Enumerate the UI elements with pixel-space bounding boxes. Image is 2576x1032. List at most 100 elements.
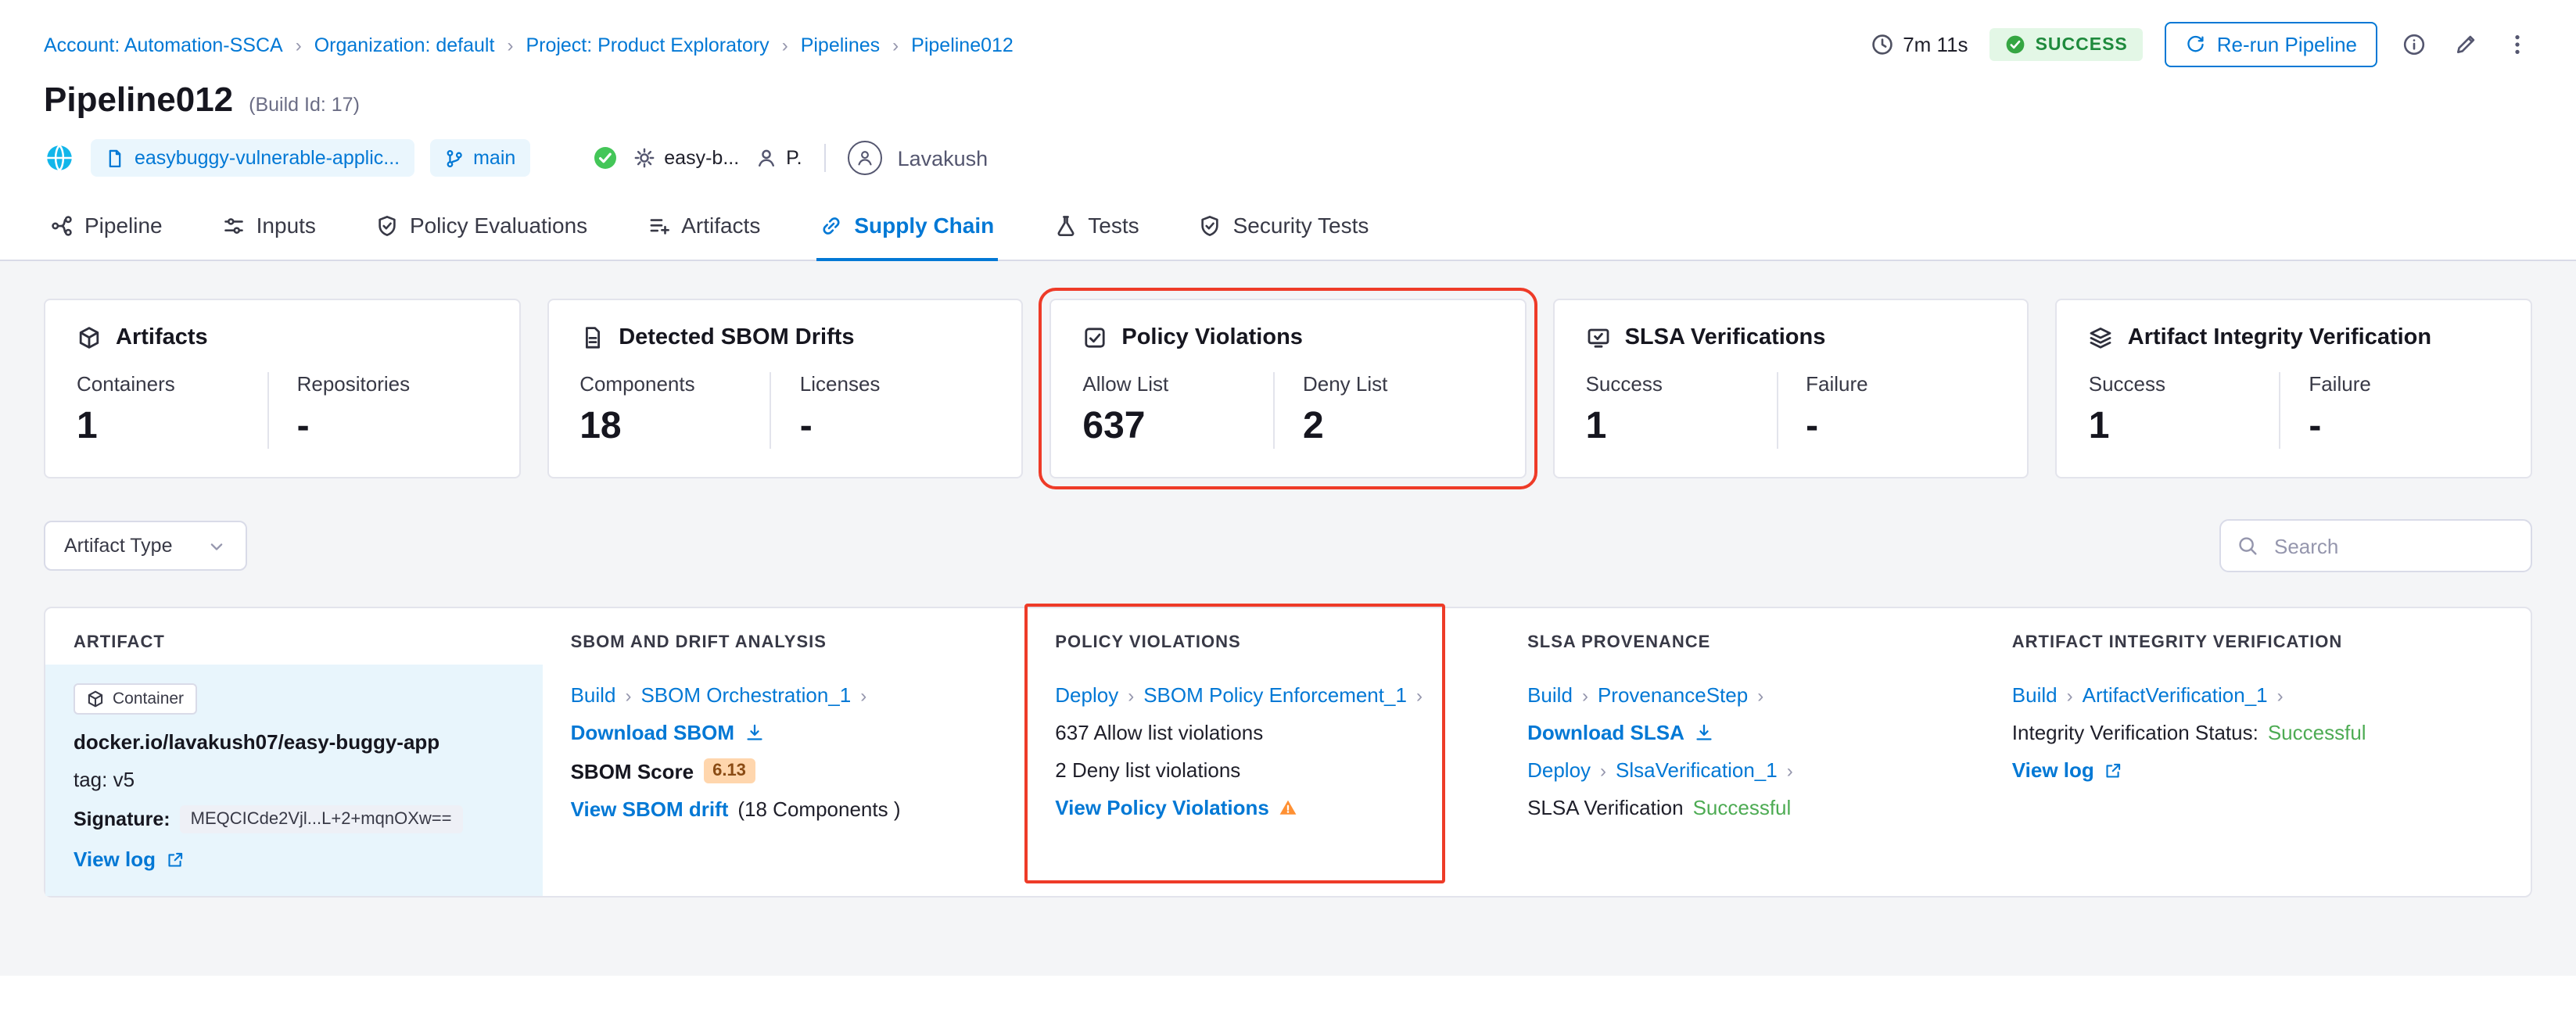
card-title: Detected SBOM Drifts xyxy=(619,325,854,350)
metric: Success 1 xyxy=(2089,372,2280,449)
tab-label: Policy Evaluations xyxy=(410,213,587,238)
separator: › xyxy=(860,684,866,706)
slsa-build-stage-link[interactable]: Build xyxy=(1527,683,1573,707)
sbom-score-badge: 6.13 xyxy=(703,758,755,783)
metric: Failure - xyxy=(1776,372,1997,449)
breadcrumb-separator: › xyxy=(296,34,302,56)
tab-policy-evaluations[interactable]: Policy Evaluations xyxy=(372,199,590,261)
download-sbom-link[interactable]: Download SBOM xyxy=(571,721,734,744)
tab-inputs[interactable]: Inputs xyxy=(219,199,319,261)
metric-value: 1 xyxy=(1586,405,1777,449)
status-text: SUCCESS xyxy=(2036,35,2128,54)
breadcrumb-separator: › xyxy=(507,34,513,56)
view-log-link[interactable]: View log xyxy=(74,847,156,871)
download-icon xyxy=(744,722,764,743)
tab-supply-chain[interactable]: Supply Chain xyxy=(816,199,997,261)
sbom-stage-link[interactable]: Build xyxy=(571,683,616,707)
artifact-type-select[interactable]: Artifact Type xyxy=(44,521,248,571)
breadcrumb-pipelines[interactable]: Pipelines xyxy=(801,34,880,56)
tasklist-check-icon xyxy=(1082,325,1107,350)
metric-label: Repositories xyxy=(297,372,488,396)
provenance-step-link[interactable]: ProvenanceStep xyxy=(1598,683,1748,707)
slsa-verification-step-link[interactable]: SlsaVerification_1 xyxy=(1616,758,1778,782)
metric-value: 18 xyxy=(579,405,770,449)
tab-label: Artifacts xyxy=(681,213,760,238)
metric-label: Failure xyxy=(2309,372,2499,396)
shield-icon xyxy=(1199,213,1222,237)
metric-label: Success xyxy=(2089,372,2280,396)
table-row: Container docker.io/lavakush07/easy-bugg… xyxy=(45,665,2531,896)
tab-label: Supply Chain xyxy=(854,213,994,238)
view-log-link[interactable]: View log xyxy=(2012,758,2094,782)
external-link-icon xyxy=(2104,761,2122,779)
sbom-drift-components: (18 Components ) xyxy=(737,797,900,821)
metric-label: Allow List xyxy=(1082,372,1273,396)
main-content: Artifacts Containers 1 Repositories - xyxy=(0,261,2576,976)
slsa-deploy-stage-link[interactable]: Deploy xyxy=(1527,758,1591,782)
search-box xyxy=(2219,519,2532,572)
monitor-check-icon xyxy=(1586,325,1611,350)
git-branch-icon xyxy=(443,148,464,168)
container-icon xyxy=(86,690,105,708)
separator: › xyxy=(1128,684,1134,706)
sliders-icon xyxy=(222,213,246,237)
tab-label: Inputs xyxy=(257,213,316,238)
column-header-policy-violations: POLICY VIOLATIONS xyxy=(1027,608,1499,665)
metric-value: - xyxy=(1806,405,1997,449)
divider xyxy=(824,144,826,172)
edit-button[interactable] xyxy=(2451,30,2481,59)
view-sbom-drift-link[interactable]: View SBOM drift xyxy=(571,797,729,821)
column-header-slsa-provenance: SLSA PROVENANCE xyxy=(1499,608,1984,665)
tab-artifacts[interactable]: Artifacts xyxy=(644,199,763,261)
integrity-stage-link[interactable]: Build xyxy=(2012,683,2058,707)
trigger-info: easy-b... xyxy=(633,147,739,169)
tab-security-tests[interactable]: Security Tests xyxy=(1196,199,1372,261)
trigger-success-icon xyxy=(592,145,617,170)
slsa-provenance-cell: Build › ProvenanceStep › Download SLSA D… xyxy=(1499,665,1984,896)
sbom-step-link[interactable]: SBOM Orchestration_1 xyxy=(640,683,851,707)
breadcrumb-organization[interactable]: Organization: default xyxy=(314,34,495,56)
info-button[interactable] xyxy=(2399,30,2429,59)
metric: Deny List 2 xyxy=(1273,372,1494,449)
download-icon xyxy=(1694,722,1714,743)
deny-list-violations: 2 Deny list violations xyxy=(1055,758,1471,782)
rerun-pipeline-button[interactable]: Re-run Pipeline xyxy=(2165,22,2377,67)
sbom-score-label: SBOM Score xyxy=(571,759,694,783)
info-icon xyxy=(2402,33,2426,56)
repo-chip[interactable]: easybuggy-vulnerable-applic... xyxy=(91,139,414,177)
download-slsa-link[interactable]: Download SLSA xyxy=(1527,721,1684,744)
policy-step-link[interactable]: SBOM Policy Enforcement_1 xyxy=(1143,683,1407,707)
metric-label: Components xyxy=(579,372,770,396)
policy-stage-link[interactable]: Deploy xyxy=(1055,683,1118,707)
pipeline-duration: 7m 11s xyxy=(1870,33,1968,56)
artifacts-table: ARTIFACT SBOM AND DRIFT ANALYSIS POLICY … xyxy=(44,607,2532,898)
search-input[interactable] xyxy=(2271,532,2515,559)
page-title: Pipeline012 xyxy=(44,80,233,120)
page: Account: Automation-SSCA › Organization:… xyxy=(0,0,2576,1032)
integrity-status-label: Integrity Verification Status: xyxy=(2012,721,2258,744)
artifact-type-label: Artifact Type xyxy=(64,535,173,557)
integrity-step-link[interactable]: ArtifactVerification_1 xyxy=(2083,683,2268,707)
column-header-sbom: SBOM AND DRIFT ANALYSIS xyxy=(543,608,1028,665)
card-slsa-verifications: SLSA Verifications Success 1 Failure - xyxy=(1553,299,2029,478)
separator: › xyxy=(2067,684,2073,706)
branch-chip[interactable]: main xyxy=(429,139,529,177)
build-id: (Build Id: 17) xyxy=(249,94,360,116)
tab-pipeline[interactable]: Pipeline xyxy=(47,199,166,261)
breadcrumb-pipeline012[interactable]: Pipeline012 xyxy=(911,34,1014,56)
metric: Components 18 xyxy=(579,372,770,449)
tab-tests[interactable]: Tests xyxy=(1050,199,1142,261)
layers-icon xyxy=(2089,325,2114,350)
breadcrumb-project[interactable]: Project: Product Exploratory xyxy=(526,34,769,56)
pipeline-meta-row: easybuggy-vulnerable-applic... main easy… xyxy=(44,139,2532,177)
clock-icon xyxy=(1870,33,1893,56)
more-options-button[interactable] xyxy=(2502,30,2532,59)
breadcrumb-account[interactable]: Account: Automation-SSCA xyxy=(44,34,283,56)
avatar-person-icon xyxy=(856,149,874,167)
pipeline-icon xyxy=(50,213,74,237)
page-header: Account: Automation-SSCA › Organization:… xyxy=(0,0,2576,177)
card-artifact-integrity-verification: Artifact Integrity Verification Success … xyxy=(2056,299,2532,478)
tab-label: Security Tests xyxy=(1233,213,1369,238)
view-policy-violations-link[interactable]: View Policy Violations xyxy=(1055,796,1269,819)
user-avatar[interactable] xyxy=(848,141,882,175)
